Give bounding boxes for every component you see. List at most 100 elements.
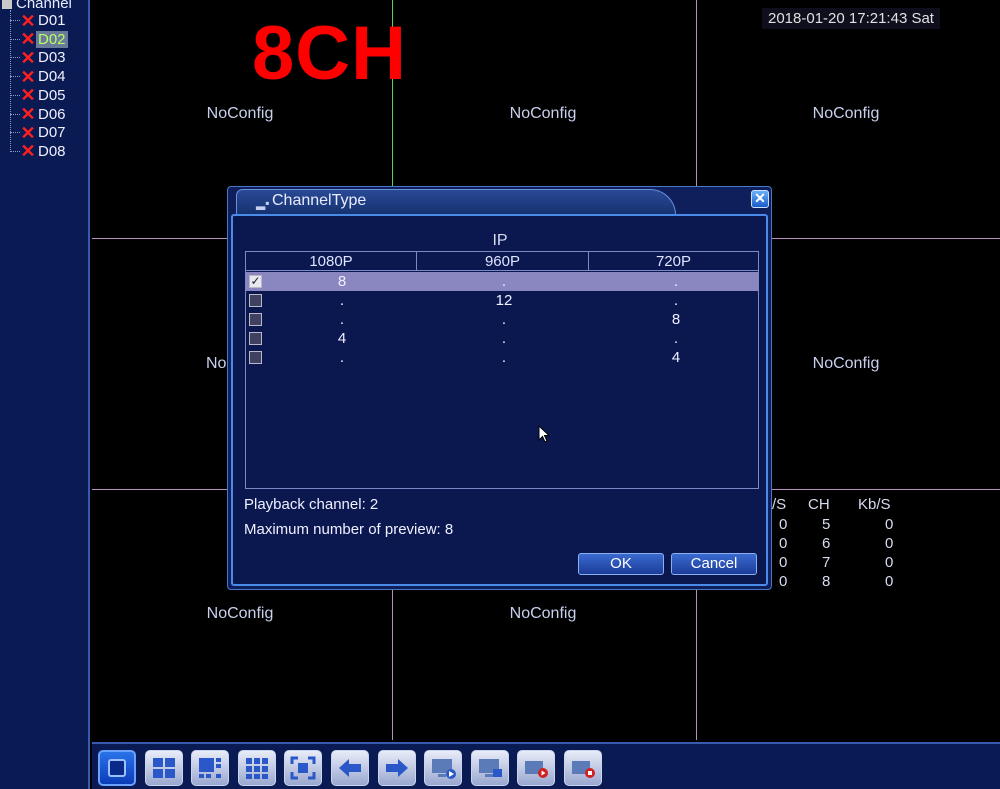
next-icon [385,759,408,777]
bitrate-value: 6 [822,535,831,552]
disconnected-icon: ✕ [20,122,36,143]
multi-view-button[interactable] [191,750,230,786]
row-checkbox[interactable] [249,294,262,307]
tree-connector [10,38,20,40]
record-screen-icon [478,759,502,777]
close-icon[interactable]: ✕ [751,190,769,208]
bitrate-header: Kb/S [858,496,891,513]
playback-button[interactable] [424,750,463,786]
dialog-title-icon: ▂▪ [256,196,270,210]
bitrate-value: 0 [885,535,894,552]
channel-sidebar: Channel ✕ D01 ✕ D02 ✕ D03 ✕ D04 ✕ D05 ✕ D06 ✕ D07 ✕ D08 [0,0,90,789]
record-start-button[interactable] [517,750,556,786]
bitrate-value: 0 [885,516,894,533]
disconnected-icon: ✕ [20,141,36,162]
sidebar-channel-item[interactable]: ✕ D05 [10,86,68,105]
nine-view-button[interactable] [237,750,276,786]
bitrate-value: 0 [779,554,788,571]
table-cell: . [673,292,679,309]
sidebar-channel-label: D05 [38,86,66,104]
quad-view-button[interactable] [144,750,183,786]
sidebar-channel-item[interactable]: ✕ D03 [10,48,68,67]
sidebar-channel-item[interactable]: ✕ D01 [10,11,68,30]
table-row[interactable]: .. 4 [246,348,758,367]
bitrate-value: 0 [779,573,788,590]
table-cell: . [501,273,507,290]
dialog-titlebar[interactable]: ▂▪ ChannelType ✕ [228,187,773,217]
previous-button[interactable] [331,750,369,786]
sidebar-channel-item[interactable]: ✕ D08 [10,142,68,161]
sidebar-channel-item[interactable]: ✕ D06 [10,105,68,124]
cancel-button[interactable]: Cancel [671,553,757,575]
tree-connector [10,94,20,96]
nine-view-icon [245,758,268,779]
disconnected-icon: ✕ [20,85,36,106]
record-start-icon [525,761,549,778]
fullscreen-button[interactable] [284,750,323,786]
disconnected-icon: ✕ [20,104,36,124]
row-checkbox[interactable] [249,313,262,326]
bitrate-value: 0 [779,535,788,552]
sidebar-channel-label: D02 [36,30,68,48]
record-stop-button[interactable] [564,750,602,786]
sidebar-channel-label: D06 [38,105,66,123]
row-checkbox[interactable] [249,351,262,364]
video-cell-status: NoConfig [206,105,274,122]
disconnected-icon: ✕ [20,66,36,87]
next-button[interactable] [377,750,416,786]
table-cell: 4 [337,330,347,347]
table-cell: 8 [671,311,681,328]
datetime-display: 2018-01-20 17:21:43 Sat [762,8,940,29]
tree-connector [10,113,20,115]
table-row[interactable]: ✓ 8.. [246,272,758,291]
sidebar-channel-item[interactable]: ✕ D04 [10,67,68,86]
mouse-cursor-icon [538,425,551,443]
channel-group-label: IP [492,232,508,249]
sidebar-channel-label: D08 [38,142,66,160]
previous-icon [339,759,361,777]
row-checkbox[interactable]: ✓ [249,275,262,288]
grid-divider [392,590,393,740]
video-cell-status: NoConfig [812,355,880,372]
fullscreen-icon [290,756,316,780]
tree-connector [10,20,20,21]
table-header: 1080P 960P 720P [246,252,758,271]
tree-collapse-icon[interactable] [2,0,12,9]
bitrate-value: 8 [822,573,831,590]
table-cell: . [501,311,507,328]
record-screen-button[interactable] [470,750,509,786]
row-checkbox[interactable] [249,332,262,345]
table-cell: . [339,349,345,366]
dialog-title: ChannelType [272,192,367,209]
quad-view-icon [152,758,175,778]
table-cell: 8 [337,273,347,290]
video-cell-status: No [206,355,227,372]
video-cell-status: NoConfig [509,605,577,622]
bitrate-header: CH [808,496,830,513]
table-row[interactable]: . 12. [246,291,758,310]
tree-connector [10,150,20,152]
table-cell: 12 [495,292,513,309]
ok-button[interactable]: OK [578,553,664,575]
tree-connector [10,132,20,134]
sidebar-channel-item[interactable]: ✕ D07 [10,123,68,142]
table-row[interactable]: 4.. [246,329,758,348]
bitrate-value: 0 [779,516,788,533]
disconnected-icon: ✕ [20,10,36,31]
table-cell: . [339,311,345,328]
playback-channel-info: Playback channel: 2 [244,496,379,513]
record-stop-icon [572,761,595,778]
table-cell: 4 [671,349,681,366]
video-cell-status: NoConfig [206,605,274,622]
table-cell: . [339,292,345,309]
sidebar-channel-label: D01 [38,12,66,29]
bitrate-value: 0 [885,554,894,571]
bitrate-value: 0 [885,573,894,590]
column-header: 1080P [246,252,417,271]
sidebar-channel-item[interactable]: ✕ D02 [10,30,68,49]
single-view-button[interactable] [98,750,136,786]
multi-view-icon [199,758,222,778]
video-cell-status: NoConfig [812,105,880,122]
table-cell: . [501,349,507,366]
table-row[interactable]: .. 8 [246,310,758,329]
